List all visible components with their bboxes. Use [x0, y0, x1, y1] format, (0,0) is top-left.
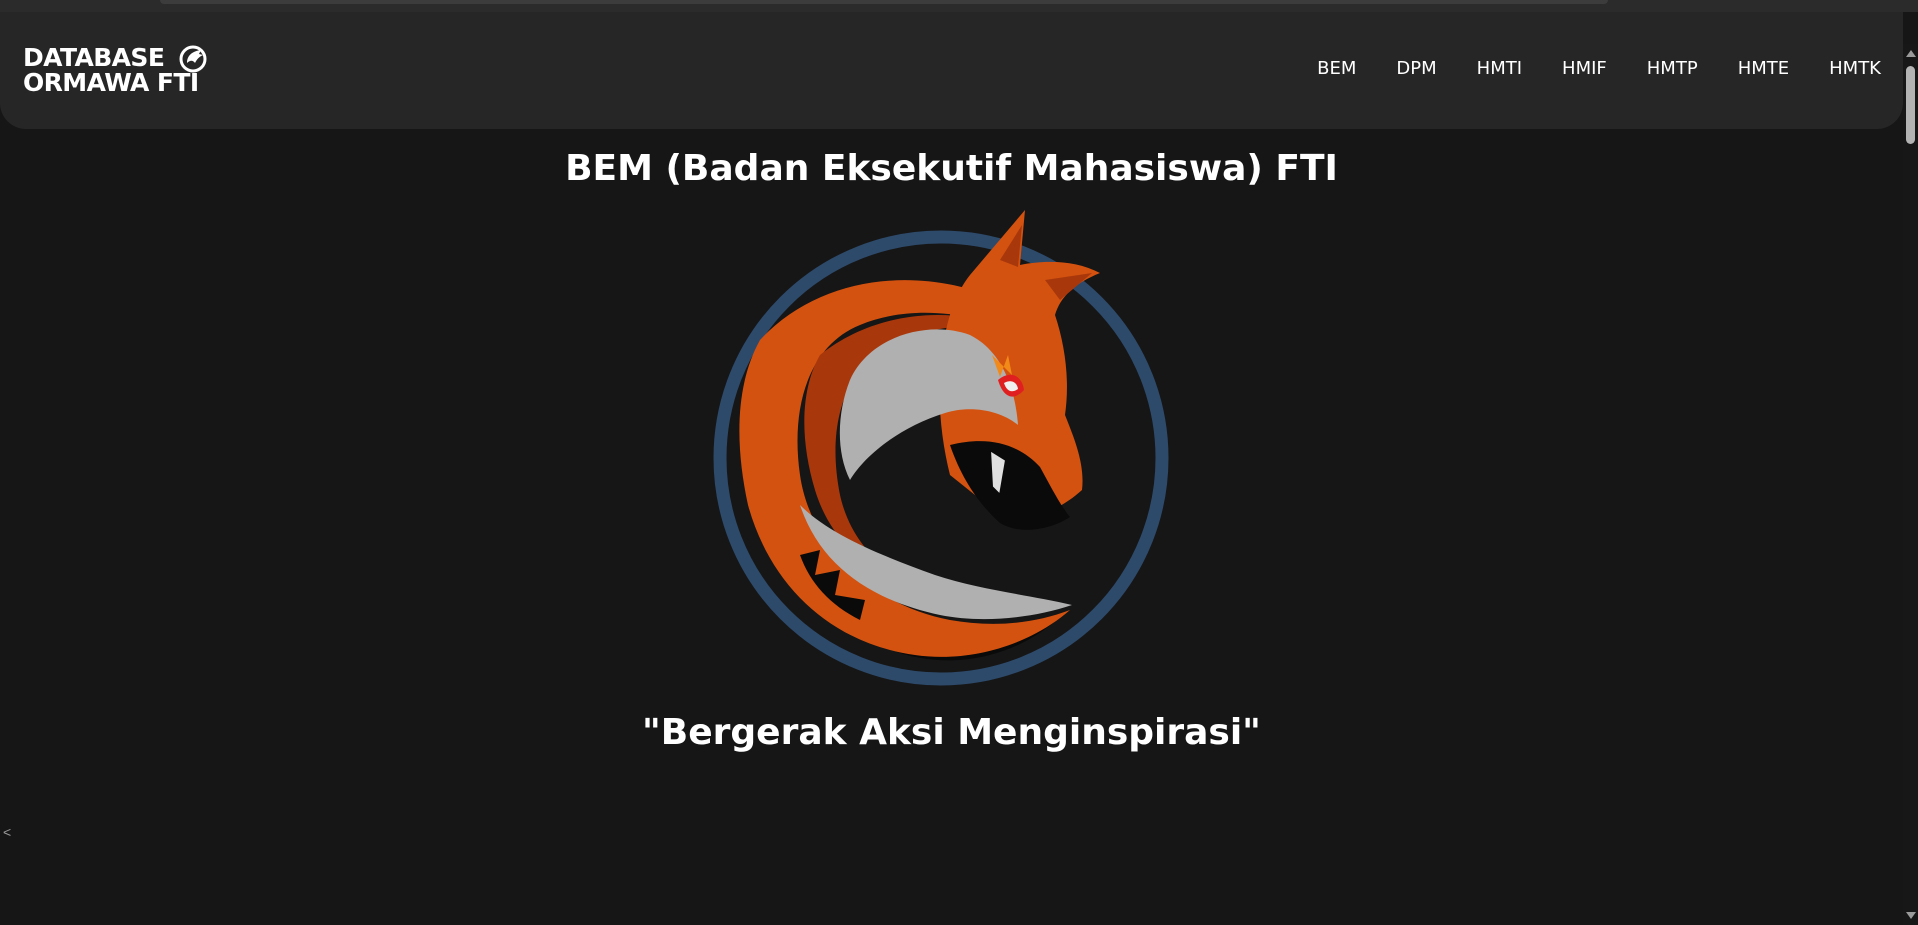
fox-emblem-icon — [713, 210, 1169, 686]
nav-link-hmtp[interactable]: HMTP — [1647, 58, 1698, 79]
scroll-up-arrow-icon[interactable] — [1906, 50, 1916, 57]
nav-link-dpm[interactable]: DPM — [1396, 58, 1436, 79]
scroll-down-arrow-icon[interactable] — [1906, 912, 1916, 919]
site-navbar: DATABASE ORMAWA FTI BEM DPM HMTI HMIF HM… — [0, 12, 1903, 129]
logo-line-2: ORMAWA FTI — [23, 68, 199, 97]
page-scrollbar[interactable] — [1903, 44, 1918, 925]
browser-address-bar[interactable] — [160, 0, 1608, 4]
scroll-thumb[interactable] — [1906, 66, 1915, 144]
motto-text: "Bergerak Aksi Menginspirasi" — [642, 712, 1261, 753]
page-title: BEM (Badan Eksekutif Mahasiswa) FTI — [565, 148, 1338, 189]
browser-top-strip — [0, 0, 1918, 12]
main-nav: BEM DPM HMTI HMIF HMTP HMTE HMTK — [1277, 58, 1881, 79]
stray-text: < — [3, 824, 12, 840]
nav-link-hmti[interactable]: HMTI — [1477, 58, 1522, 79]
nav-link-hmtk[interactable]: HMTK — [1829, 58, 1881, 79]
nav-link-hmte[interactable]: HMTE — [1738, 58, 1789, 79]
fox-head-icon — [179, 45, 207, 73]
nav-link-hmif[interactable]: HMIF — [1562, 58, 1607, 79]
nav-link-bem[interactable]: BEM — [1317, 58, 1356, 79]
